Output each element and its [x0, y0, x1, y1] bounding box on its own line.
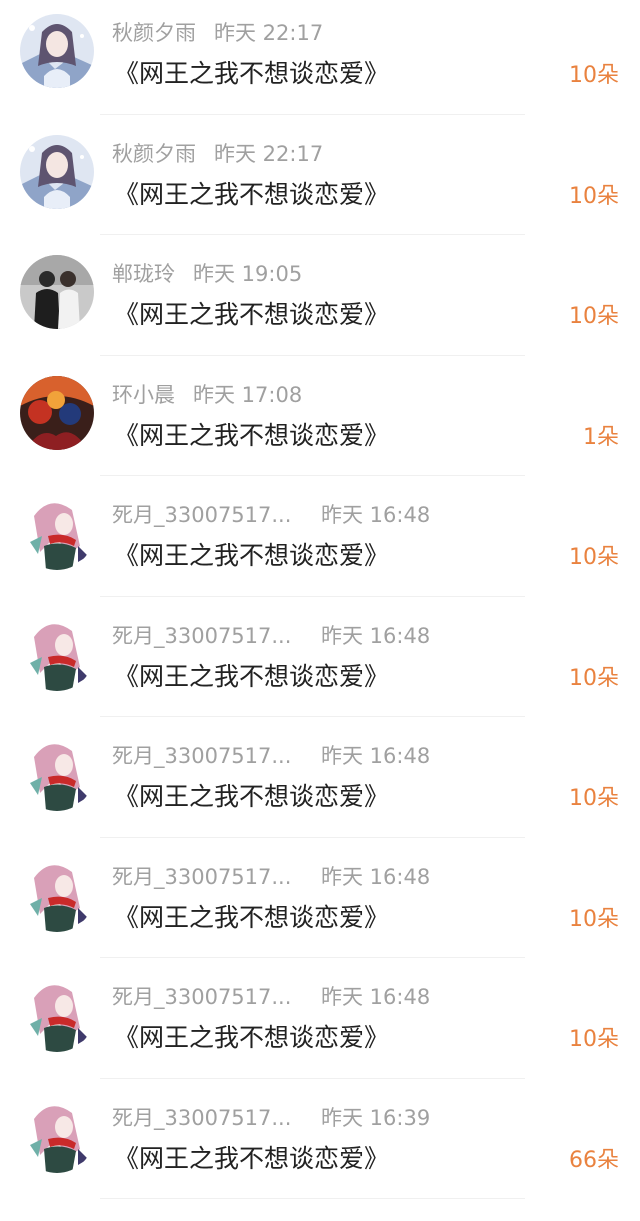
pink-hair-girl-avatar — [20, 1099, 94, 1173]
user-avatar[interactable] — [20, 14, 94, 88]
gift-record-list: 秋颜夕雨 昨天 22:17 《网王之我不想谈恋爱》 10朵 秋颜夕雨 昨天 22:17 《网… — [0, 0, 640, 1221]
row-divider — [100, 1077, 525, 1079]
anime-group-avatar — [20, 376, 94, 450]
username[interactable]: 秋颜夕雨 — [112, 18, 196, 48]
work-title[interactable]: 《网王之我不想谈恋爱》 — [114, 178, 389, 212]
flower-amount: 66朵 — [569, 1147, 619, 1173]
row-divider — [100, 475, 525, 476]
row-meta: 郸珑玲 昨天 19:05 — [112, 259, 302, 289]
gift-row[interactable]: 死月_33007517... 昨天 16:39 《网王之我不想谈恋爱》 66朵 — [0, 1085, 640, 1206]
timestamp: 昨天 16:48 — [321, 864, 431, 889]
work-title[interactable]: 《网王之我不想谈恋爱》 — [114, 1142, 389, 1176]
user-avatar[interactable] — [20, 135, 94, 209]
gift-row[interactable]: 死月_33007517... 昨天 16:48 《网王之我不想谈恋爱》 10朵 — [0, 482, 640, 603]
timestamp: 昨天 16:48 — [321, 503, 431, 527]
user-avatar[interactable] — [20, 858, 94, 932]
username[interactable]: 死月_33007517... — [112, 1103, 321, 1133]
username[interactable]: 郸珑玲 — [112, 259, 175, 289]
pink-hair-girl-avatar — [20, 978, 94, 1052]
flower-amount: 10朵 — [569, 63, 619, 88]
username[interactable]: 秋颜夕雨 — [112, 139, 196, 169]
flower-amount: 10朵 — [569, 183, 619, 209]
work-title[interactable]: 《网王之我不想谈恋爱》 — [114, 1021, 389, 1055]
user-avatar[interactable] — [20, 376, 94, 450]
flower-amount: 10朵 — [569, 906, 619, 932]
work-title[interactable]: 《网王之我不想谈恋爱》 — [114, 539, 389, 573]
user-avatar[interactable] — [20, 737, 94, 811]
work-title[interactable]: 《网王之我不想谈恋爱》 — [114, 419, 389, 453]
row-divider — [100, 113, 525, 115]
username[interactable]: 死月_33007517... — [112, 741, 321, 771]
row-meta: 秋颜夕雨 昨天 22:17 — [112, 139, 323, 169]
girl-illustration-avatar — [20, 14, 94, 88]
pink-hair-girl-avatar — [20, 737, 94, 811]
work-title[interactable]: 《网王之我不想谈恋爱》 — [114, 780, 389, 814]
timestamp: 昨天 16:48 — [321, 985, 431, 1009]
username[interactable]: 环小晨 — [112, 380, 175, 410]
row-divider — [100, 1198, 525, 1199]
flower-amount: 10朵 — [569, 545, 619, 570]
girl-illustration-avatar — [20, 135, 94, 209]
row-meta: 死月_33007517... 昨天 16:48 — [112, 982, 430, 1012]
row-divider — [100, 354, 525, 356]
gift-row[interactable]: 郸珑玲 昨天 19:05 《网王之我不想谈恋爱》 10朵 — [0, 241, 640, 362]
user-avatar[interactable] — [20, 978, 94, 1052]
timestamp: 昨天 19:05 — [193, 262, 303, 286]
username[interactable]: 死月_33007517... — [112, 862, 321, 892]
gift-row[interactable]: 死月_33007517... 昨天 16:48 《网王之我不想谈恋爱》 10朵 — [0, 964, 640, 1085]
timestamp: 昨天 16:48 — [321, 623, 431, 648]
row-divider — [100, 836, 525, 838]
gift-row[interactable]: 死月_33007517... 昨天 16:48 《网王之我不想谈恋爱》 10朵 — [0, 844, 640, 965]
row-divider — [100, 234, 525, 235]
gift-row[interactable]: 死月_33007517... 昨天 16:48 《网王之我不想谈恋爱》 10朵 — [0, 723, 640, 844]
row-divider — [100, 595, 525, 597]
timestamp: 昨天 16:39 — [321, 1105, 431, 1130]
gift-row[interactable]: 死月_33007517... 昨天 16:48 《网王之我不想谈恋爱》 10朵 — [0, 603, 640, 724]
row-meta: 死月_33007517... 昨天 16:48 — [112, 741, 430, 771]
row-meta: 死月_33007517... 昨天 16:48 — [112, 621, 430, 651]
work-title[interactable]: 《网王之我不想谈恋爱》 — [114, 298, 389, 332]
work-title[interactable]: 《网王之我不想谈恋爱》 — [114, 901, 389, 935]
username[interactable]: 死月_33007517... — [112, 500, 321, 530]
flower-amount: 10朵 — [569, 1027, 619, 1052]
username[interactable]: 死月_33007517... — [112, 982, 321, 1012]
gift-row[interactable]: 秋颜夕雨 昨天 22:17 《网王之我不想谈恋爱》 10朵 — [0, 0, 640, 121]
user-avatar[interactable] — [20, 617, 94, 691]
work-title[interactable]: 《网王之我不想谈恋爱》 — [114, 660, 389, 694]
row-meta: 死月_33007517... 昨天 16:48 — [112, 862, 430, 892]
timestamp: 昨天 22:17 — [214, 141, 324, 166]
row-divider — [100, 716, 525, 717]
timestamp: 昨天 16:48 — [321, 744, 431, 768]
couple-photo-avatar — [20, 255, 94, 329]
user-avatar[interactable] — [20, 1099, 94, 1173]
gift-row[interactable]: 环小晨 昨天 17:08 《网王之我不想谈恋爱》 1朵 — [0, 362, 640, 483]
user-avatar[interactable] — [20, 255, 94, 329]
username[interactable]: 死月_33007517... — [112, 621, 321, 651]
timestamp: 昨天 22:17 — [214, 21, 324, 45]
flower-amount: 10朵 — [569, 665, 619, 691]
row-meta: 环小晨 昨天 17:08 — [112, 380, 302, 410]
pink-hair-girl-avatar — [20, 496, 94, 570]
row-meta: 死月_33007517... 昨天 16:48 — [112, 500, 430, 530]
user-avatar[interactable] — [20, 496, 94, 570]
timestamp: 昨天 17:08 — [193, 382, 303, 407]
work-title[interactable]: 《网王之我不想谈恋爱》 — [114, 57, 389, 91]
row-meta: 死月_33007517... 昨天 16:39 — [112, 1103, 430, 1133]
flower-amount: 10朵 — [569, 786, 619, 811]
pink-hair-girl-avatar — [20, 858, 94, 932]
row-meta: 秋颜夕雨 昨天 22:17 — [112, 18, 323, 48]
gift-row[interactable]: 秋颜夕雨 昨天 22:17 《网王之我不想谈恋爱》 10朵 — [0, 121, 640, 242]
pink-hair-girl-avatar — [20, 617, 94, 691]
row-divider — [100, 957, 525, 958]
flower-amount: 10朵 — [569, 304, 619, 329]
flower-amount: 1朵 — [583, 424, 619, 450]
